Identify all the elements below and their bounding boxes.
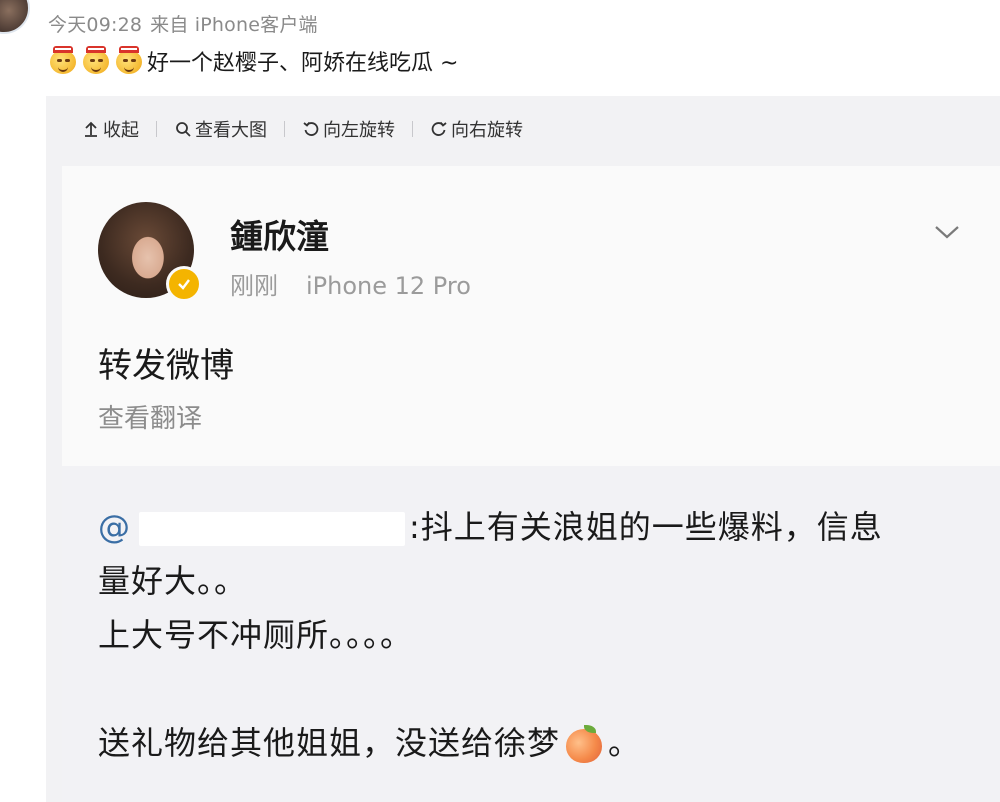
rotate-right-label: 向右旋转: [451, 120, 523, 141]
hat-face-emoji-icon: [81, 46, 111, 76]
quoted-line-4-text: 送礼物给其他姐姐，没送给徐梦: [98, 724, 561, 762]
image-viewer-card: 收起 查看大图 向左旋转 向右旋转 鍾欣潼 刚刚 iPhone 12 Pro 转…: [46, 96, 1000, 802]
screenshot-translate-link: 查看翻译: [98, 404, 203, 434]
rotate-left-button[interactable]: 向左旋转: [302, 116, 395, 142]
attached-screenshot-image[interactable]: 鍾欣潼 刚刚 iPhone 12 Pro 转发微博 查看翻译 @ :抖上有关浪姐的一…: [62, 166, 1000, 802]
quoted-line-3: 上大号不冲厕所。。。。: [98, 616, 414, 654]
rotate-right-button[interactable]: 向右旋转: [430, 116, 523, 142]
view-large-label: 查看大图: [195, 120, 267, 141]
screenshot-header: 鍾欣潼 刚刚 iPhone 12 Pro 转发微博 查看翻译: [62, 166, 1000, 466]
quoted-line-4: 送礼物给其他姐姐，没送给徐梦 。: [98, 718, 641, 765]
post-time: 今天09:28: [48, 14, 143, 36]
rotate-right-icon: [431, 121, 447, 136]
magnifier-icon: [176, 122, 191, 137]
post-source: 来自 iPhone客户端: [150, 14, 318, 36]
toolbar-divider: [156, 121, 157, 137]
post-meta: 今天09:28 来自 iPhone客户端: [48, 10, 326, 37]
user-avatar[interactable]: [0, 0, 30, 34]
chevron-down-icon: [935, 226, 959, 239]
mention-at-symbol: @: [98, 508, 131, 546]
screenshot-author-name: 鍾欣潼: [230, 217, 329, 256]
screenshot-post-title: 转发微博: [98, 346, 234, 386]
toolbar-divider: [412, 121, 413, 137]
rotate-left-label: 向左旋转: [323, 120, 395, 141]
quoted-line-1-text: :抖上有关浪姐的一些爆料，信息: [409, 508, 883, 546]
screenshot-meta: 刚刚 iPhone 12 Pro: [230, 266, 499, 301]
toolbar-divider: [284, 121, 285, 137]
screenshot-time: 刚刚: [230, 272, 278, 300]
redacted-username-mask: [139, 512, 405, 546]
screenshot-quoted-body: @ :抖上有关浪姐的一些爆料，信息 量好大。。 上大号不冲厕所。。。。 送礼物给其…: [62, 466, 1000, 802]
collapse-button[interactable]: 收起: [82, 116, 139, 142]
screenshot-device: iPhone 12 Pro: [306, 272, 471, 300]
quoted-line-1: @ :抖上有关浪姐的一些爆料，信息: [98, 502, 883, 548]
view-large-button[interactable]: 查看大图: [174, 116, 267, 142]
quoted-line-2: 量好大。。: [98, 562, 248, 600]
hat-face-emoji-icon: [114, 46, 144, 76]
image-toolbar: 收起 查看大图 向左旋转 向右旋转: [82, 116, 523, 142]
post-body-text: 好一个赵樱子、阿娇在线吃瓜 ~: [147, 51, 459, 76]
quoted-line-4-end: 。: [608, 724, 642, 762]
hat-face-emoji-icon: [48, 46, 78, 76]
peach-emoji-icon: [564, 725, 604, 765]
verified-badge-icon: [166, 266, 202, 302]
rotate-left-icon: [303, 121, 319, 136]
collapse-up-icon: [85, 121, 97, 137]
collapse-label: 收起: [103, 120, 139, 141]
post-text: 好一个赵樱子、阿娇在线吃瓜 ~: [48, 45, 458, 77]
